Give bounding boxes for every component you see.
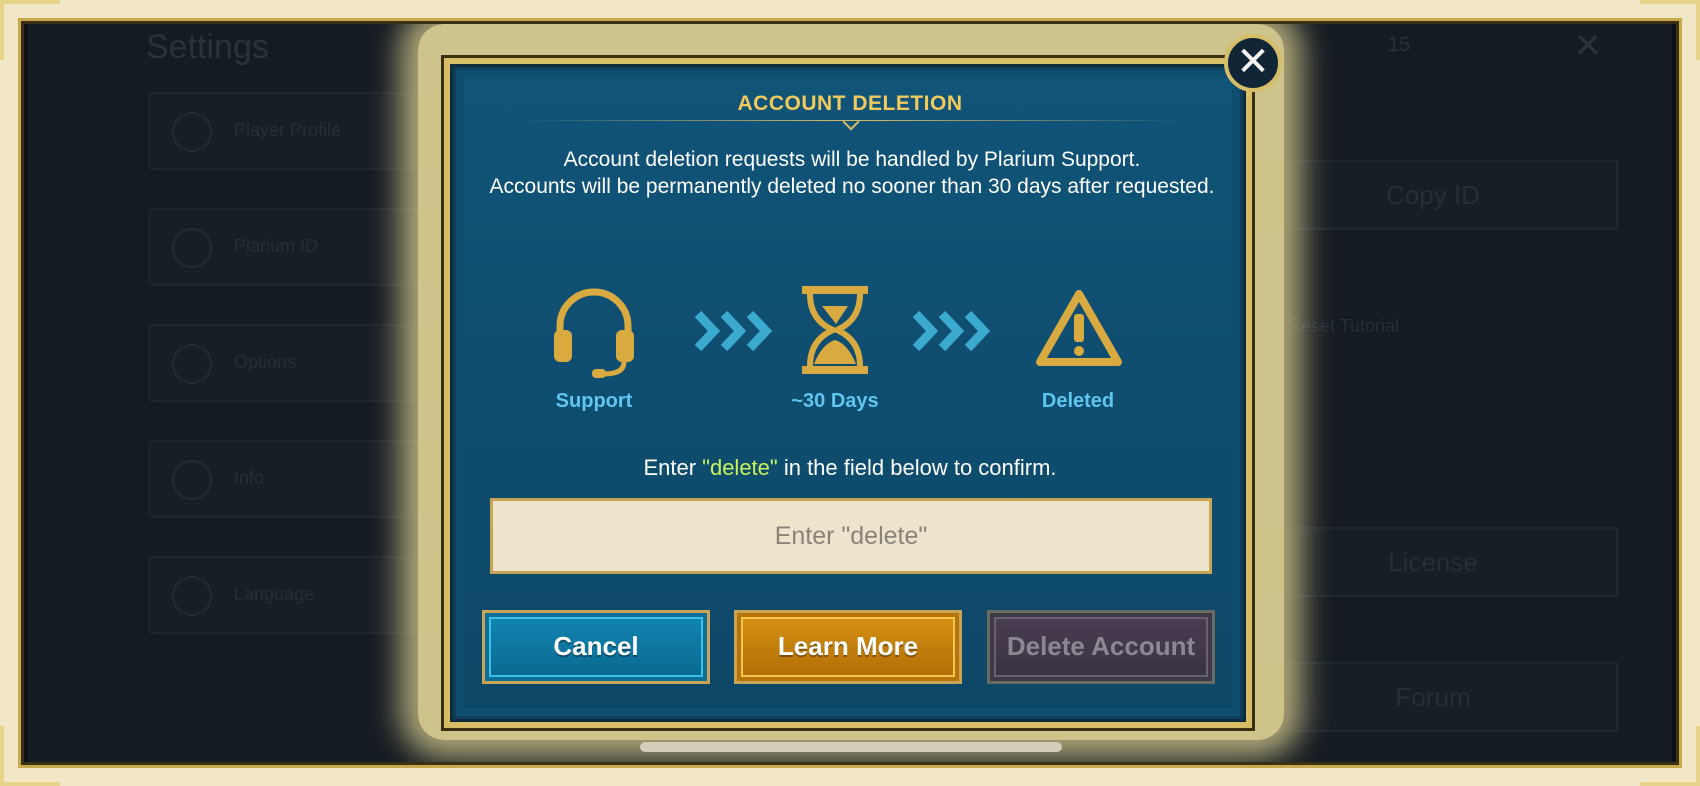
menu-item-label: Options [234, 352, 297, 372]
confirm-instruction: Enter "delete" in the field below to con… [0, 455, 1700, 481]
description-line: Accounts will be permanently deleted no … [489, 175, 1215, 198]
dialog-title: ACCOUNT DELETION [737, 92, 963, 115]
settings-title: Settings [146, 28, 269, 66]
hourglass-icon [802, 286, 868, 374]
delete-account-button-label: Delete Account [1006, 631, 1196, 661]
home-indicator[interactable] [640, 742, 1062, 752]
license-button: License [1248, 527, 1618, 597]
confirm-keyword: "delete" [702, 455, 778, 480]
learn-more-button-label: Learn More [777, 631, 919, 661]
confirm-prefix: Enter [643, 455, 703, 480]
frame-corner [1640, 726, 1700, 786]
warning-icon [1036, 290, 1122, 366]
menu-item-label: Language [234, 584, 315, 604]
learn-more-button[interactable]: Learn More [734, 610, 962, 684]
resource-count: 15 [1388, 34, 1411, 56]
menu-item-label: Plarium ID [234, 236, 319, 256]
delete-confirm-input[interactable]: Enter "delete" [490, 498, 1212, 574]
frame-corner [0, 0, 60, 60]
chevrons-right-icon [694, 310, 773, 352]
close-icon: ✕ [1236, 40, 1270, 84]
close-button[interactable]: ✕ [1224, 34, 1282, 92]
gear-icon [172, 344, 212, 384]
confirm-suffix: in the field below to confirm. [777, 455, 1057, 480]
delete-account-button[interactable]: Delete Account [987, 610, 1215, 684]
frame-corner [0, 726, 60, 786]
frame-corner [1640, 0, 1700, 60]
chevrons-right-icon [912, 310, 991, 352]
menu-item-plarium-id: Plarium ID [148, 208, 448, 286]
description-line: Account deletion requests will be handle… [563, 148, 1141, 171]
cancel-button-label: Cancel [553, 631, 639, 661]
step-label-deleted: Deleted [1041, 390, 1115, 412]
dialog-description: Account deletion requests will be handle… [480, 146, 1224, 200]
cancel-button[interactable]: Cancel [482, 610, 710, 684]
globe-icon [172, 576, 212, 616]
menu-item-label: Player Profile [234, 120, 342, 140]
menu-item-options: Options [148, 324, 448, 402]
forum-button: Forum [1248, 662, 1618, 732]
profile-icon [172, 228, 212, 268]
headset-icon [554, 288, 634, 378]
step-label-days: ~30 Days [791, 390, 879, 412]
menu-item-language: Language [148, 556, 448, 634]
profile-icon [172, 112, 212, 152]
step-label-support: Support [555, 390, 633, 412]
reset-tutorial-text: Reset Tutorial [1288, 316, 1400, 336]
settings-close-icon: ✕ [1573, 27, 1603, 65]
copy-id-button: Copy ID [1248, 160, 1618, 230]
